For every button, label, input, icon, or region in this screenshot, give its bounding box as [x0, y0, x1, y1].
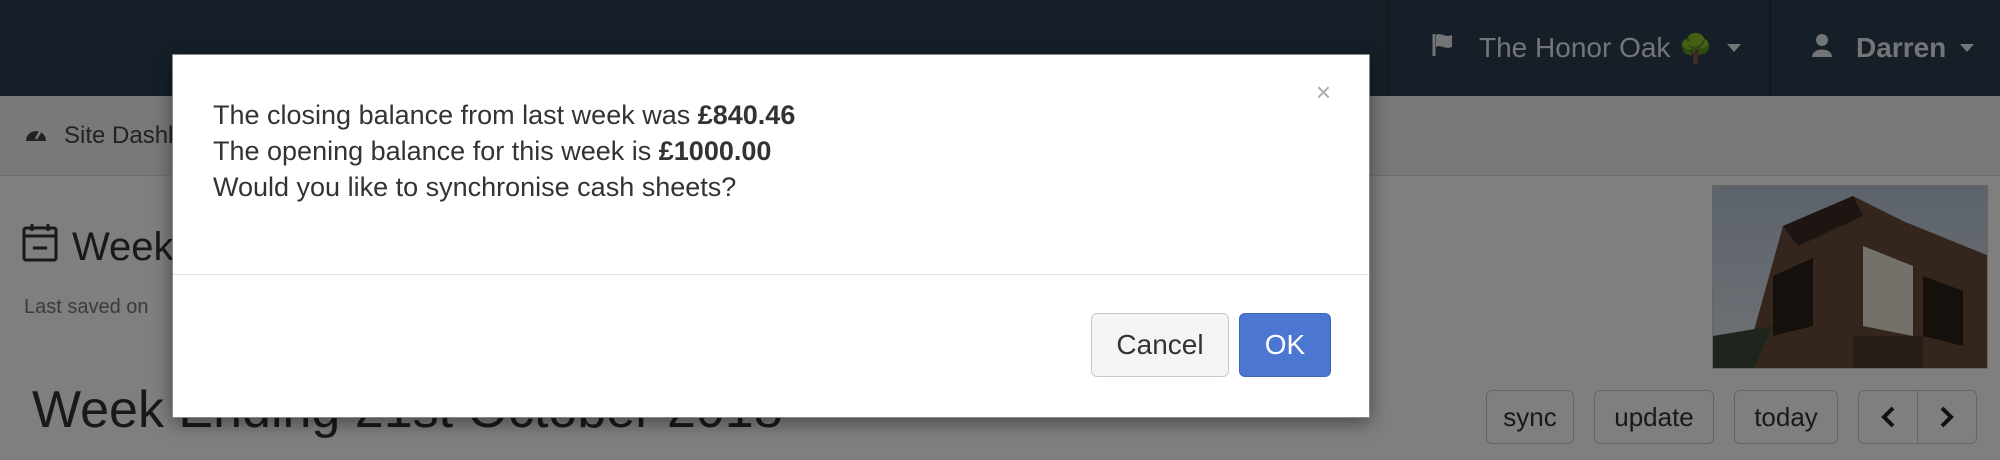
- sync-question: Would you like to synchronise cash sheet…: [213, 172, 737, 202]
- close-icon[interactable]: ×: [1316, 77, 1331, 108]
- closing-balance-label: The closing balance from last week was: [213, 100, 698, 130]
- closing-balance-value: £840.46: [697, 100, 796, 130]
- sync-confirm-dialog: The closing balance from last week was £…: [172, 54, 1370, 418]
- closing-balance-line: The closing balance from last week was £…: [213, 97, 1329, 133]
- ok-button[interactable]: OK: [1239, 313, 1331, 377]
- opening-balance-value: £1000.00: [658, 136, 772, 166]
- cancel-button[interactable]: Cancel: [1091, 313, 1229, 377]
- opening-balance-line: The opening balance for this week is £10…: [213, 133, 1329, 169]
- dialog-body: The closing balance from last week was £…: [173, 55, 1369, 274]
- opening-balance-label: The opening balance for this week is: [213, 136, 659, 166]
